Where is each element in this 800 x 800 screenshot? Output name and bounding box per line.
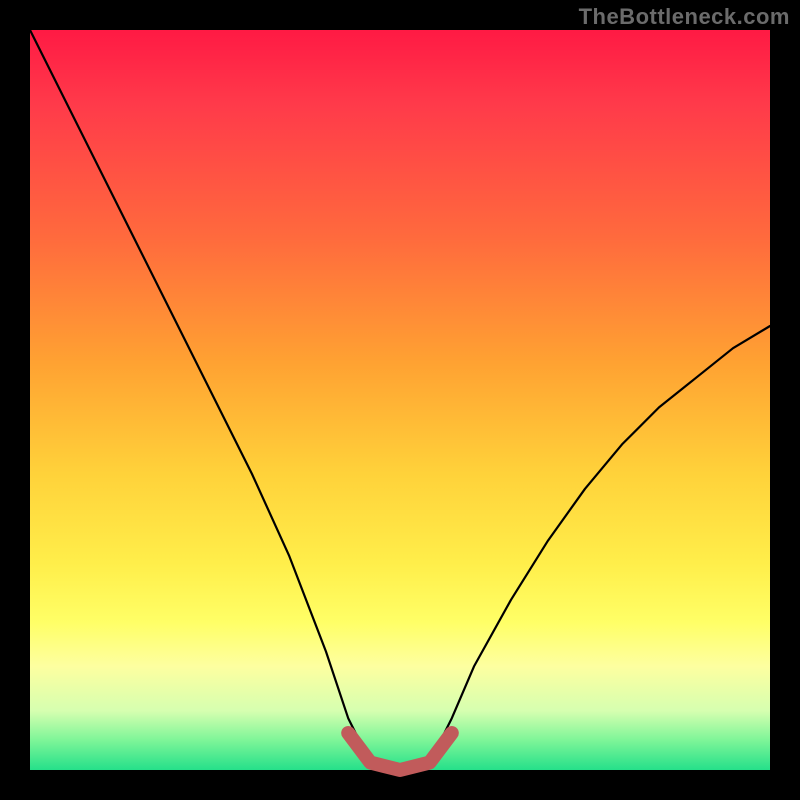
chart-plot-area <box>30 30 770 770</box>
sweet-spot-marker <box>348 733 452 770</box>
bottleneck-curve <box>30 30 770 770</box>
chart-frame: TheBottleneck.com <box>0 0 800 800</box>
chart-svg <box>30 30 770 770</box>
watermark-text: TheBottleneck.com <box>579 4 790 30</box>
